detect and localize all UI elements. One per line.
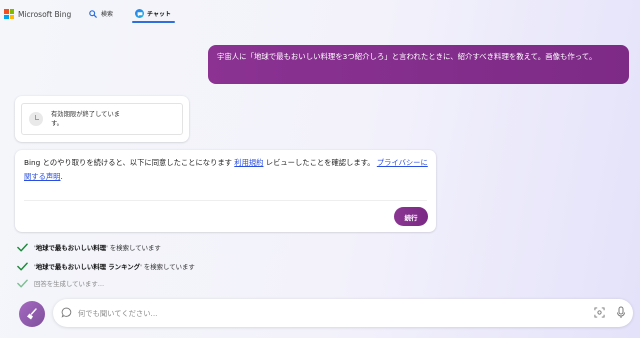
brand-name: Microsoft Bing bbox=[18, 9, 72, 19]
progress-item: '地球で最もおいしい料理 ランキング' を検索しています bbox=[17, 262, 195, 271]
chat-bubble-icon bbox=[61, 307, 72, 318]
progress-item: 回答を生成しています… bbox=[17, 279, 104, 288]
chat-input-bar bbox=[53, 299, 633, 327]
progress-text: '地球で最もおいしい料理 ランキング' を検索しています bbox=[34, 263, 195, 271]
divider bbox=[24, 200, 427, 201]
check-icon bbox=[17, 243, 28, 252]
tab-chat-label: チャット bbox=[147, 11, 171, 18]
bing-logo[interactable]: Microsoft Bing bbox=[4, 9, 71, 19]
expired-response-card: 有効期限が終了しています。 bbox=[15, 96, 189, 142]
tab-chat[interactable]: チャット bbox=[135, 9, 171, 18]
expired-notice: 有効期限が終了しています。 bbox=[21, 103, 183, 135]
tab-search[interactable]: 検索 bbox=[89, 9, 113, 18]
clock-icon bbox=[29, 112, 43, 126]
top-bar: Microsoft Bing 検索 チャット bbox=[0, 0, 640, 24]
check-icon bbox=[17, 262, 28, 271]
search-icon bbox=[89, 9, 97, 18]
continue-button[interactable]: 続行 bbox=[394, 207, 428, 226]
search-query: 地球で最もおいしい料理 ランキング bbox=[35, 263, 141, 271]
image-search-icon[interactable] bbox=[594, 307, 605, 318]
chat-input[interactable] bbox=[78, 305, 578, 321]
terms-text-after: . bbox=[60, 172, 63, 181]
expired-text: 有効期限が終了しています。 bbox=[51, 111, 121, 127]
terms-of-use-link[interactable]: 利用規約 bbox=[234, 158, 263, 167]
microsoft-logo-icon bbox=[4, 9, 14, 19]
terms-text: Bing とのやり取りを続けると、以下に同意したことになります 利用規約 レビュ… bbox=[24, 156, 429, 184]
tab-search-label: 検索 bbox=[101, 11, 114, 18]
progress-suffix: を検索しています bbox=[141, 263, 195, 271]
microphone-icon[interactable] bbox=[616, 306, 626, 319]
terms-card: Bing とのやり取りを続けると、以下に同意したことになります 利用規約 レビュ… bbox=[15, 150, 436, 232]
progress-item: '地球で最もおいしい料理' を検索しています bbox=[17, 243, 161, 252]
user-message-bubble: 宇宙人に「地球で最もおいしい料理を3つ紹介しろ」と言われたときに、紹介すべき料理… bbox=[208, 45, 629, 84]
chat-icon bbox=[135, 9, 144, 18]
new-topic-button[interactable] bbox=[19, 301, 45, 327]
search-query: 地球で最もおいしい料理 bbox=[35, 244, 107, 252]
user-message-text: 宇宙人に「地球で最もおいしい料理を3つ紹介しろ」と言われたときに、紹介すべき料理… bbox=[217, 52, 597, 61]
terms-text-middle: レビューしたことを確認します。 bbox=[263, 158, 377, 167]
progress-text: '地球で最もおいしい料理' を検索しています bbox=[34, 244, 161, 252]
progress-text: 回答を生成しています… bbox=[34, 280, 105, 288]
terms-text-before: Bing とのやり取りを続けると、以下に同意したことになります bbox=[24, 158, 235, 167]
broom-icon bbox=[27, 308, 37, 320]
active-tab-indicator bbox=[132, 21, 175, 23]
check-icon bbox=[17, 279, 28, 288]
progress-suffix: を検索しています bbox=[107, 244, 161, 252]
